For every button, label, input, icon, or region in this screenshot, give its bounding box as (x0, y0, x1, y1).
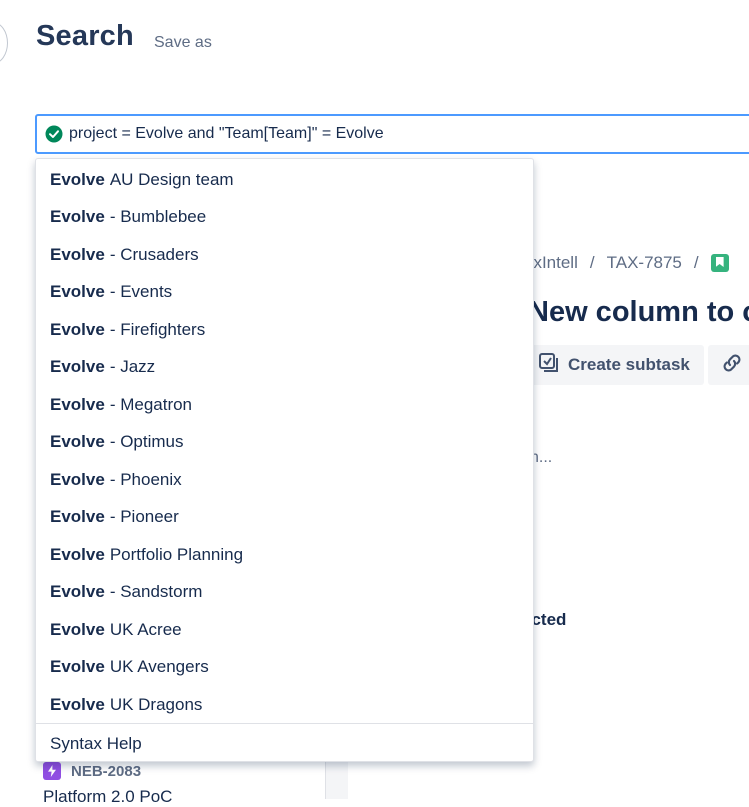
suggestion-item[interactable]: Evolve - Firefighters (36, 311, 533, 349)
suggestion-match: Evolve (50, 282, 105, 302)
suggestion-match: Evolve (50, 207, 105, 227)
suggestion-rest: UK Dragons (109, 694, 203, 714)
breadcrumb: axIntell / TAX-7875 / (524, 253, 729, 273)
suggestion-item[interactable]: Evolve - Crusaders (36, 236, 533, 274)
suggestion-match: Evolve (50, 507, 105, 527)
suggestion-rest: - Optimus (109, 432, 184, 452)
create-subtask-label: Create subtask (568, 355, 690, 374)
suggestion-item[interactable]: Evolve Portfolio Planning (36, 536, 533, 574)
jql-query-text: project = Evolve and "Team[Team]" = Evol… (69, 125, 384, 142)
suggestion-rest: - Bumblebee (109, 207, 207, 227)
suggestion-item[interactable]: Evolve - Jazz (36, 349, 533, 387)
suggestion-item[interactable]: Evolve - Bumblebee (36, 199, 533, 237)
suggestion-match: Evolve (50, 694, 105, 714)
issue-summary: Platform 2.0 PoC (43, 787, 173, 806)
suggestion-rest: - Phoenix (109, 469, 182, 489)
create-subtask-button[interactable]: Create subtask (526, 345, 704, 385)
breadcrumb-separator: / (589, 253, 595, 272)
suggestion-item[interactable]: Evolve UK Acree (36, 611, 533, 649)
suggestion-rest: UK Avengers (109, 657, 209, 677)
dropdown-divider (36, 723, 533, 724)
breadcrumb-separator: / (693, 253, 699, 272)
back-button[interactable] (0, 22, 8, 64)
epic-icon (43, 762, 61, 780)
check-circle-icon (45, 125, 63, 143)
suggestion-item[interactable]: Evolve - Phoenix (36, 461, 533, 499)
suggestion-rest: - Sandstorm (109, 582, 203, 602)
suggestion-item[interactable]: Evolve - Optimus (36, 424, 533, 462)
suggestion-match: Evolve (50, 657, 105, 677)
issue-title[interactable]: New column to c (528, 296, 749, 329)
suggestion-item[interactable]: Evolve - Pioneer (36, 499, 533, 537)
suggestion-match: Evolve (50, 619, 105, 639)
suggestion-rest: - Megatron (109, 394, 193, 414)
suggestion-item[interactable]: Evolve - Megatron (36, 386, 533, 424)
suggestion-rest: AU Design team (109, 169, 234, 189)
panel-divider (325, 760, 348, 799)
suggestion-match: Evolve (50, 582, 105, 602)
link-issue-button[interactable] (708, 345, 749, 385)
page-title: Search (36, 20, 134, 52)
suggestion-match: Evolve (50, 544, 105, 564)
suggestion-match: Evolve (50, 319, 105, 339)
suggestion-match: Evolve (50, 469, 105, 489)
suggestion-list: Evolve AU Design team Evolve - Bumblebee Evo… (36, 161, 533, 724)
suggestion-rest: - Pioneer (109, 507, 179, 527)
suggestion-match: Evolve (50, 394, 105, 414)
save-as-button[interactable]: Save as (154, 34, 212, 52)
suggestion-item[interactable]: Evolve AU Design team (36, 161, 533, 199)
suggestion-rest: - Firefighters (109, 319, 206, 339)
suggestion-rest: UK Acree (109, 619, 182, 639)
suggestions-dropdown: Evolve AU Design team Evolve - Bumblebee Evo… (35, 158, 534, 762)
suggestion-match: Evolve (50, 244, 105, 264)
link-icon (720, 351, 744, 380)
jql-search-input[interactable]: project = Evolve and "Team[Team]" = Evol… (35, 114, 749, 154)
suggestion-item[interactable]: Evolve - Events (36, 274, 533, 312)
suggestion-match: Evolve (50, 432, 105, 452)
suggestion-item[interactable]: Evolve UK Dragons (36, 686, 533, 724)
issue-list-item[interactable]: NEB-2083 (43, 762, 141, 780)
breadcrumb-issue-key[interactable]: TAX-7875 (607, 253, 682, 273)
syntax-help-link[interactable]: Syntax Help (50, 734, 142, 754)
subtask-icon (538, 352, 560, 379)
suggestion-item[interactable]: Evolve UK Avengers (36, 649, 533, 687)
suggestion-item[interactable]: Evolve - Sandstorm (36, 574, 533, 612)
issue-key: NEB-2083 (71, 762, 142, 780)
suggestion-rest: - Jazz (109, 357, 156, 377)
suggestion-match: Evolve (50, 169, 105, 189)
suggestion-rest: - Crusaders (109, 244, 199, 264)
suggestion-rest: - Events (109, 282, 173, 302)
suggestion-rest: Portfolio Planning (109, 544, 244, 564)
suggestion-match: Evolve (50, 357, 105, 377)
story-icon (710, 254, 729, 272)
